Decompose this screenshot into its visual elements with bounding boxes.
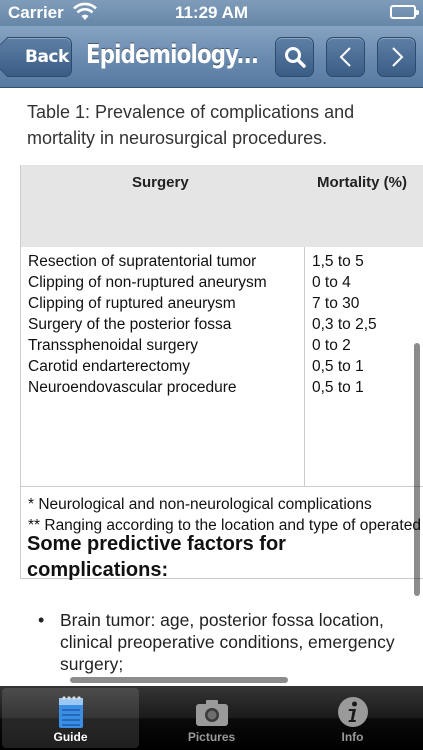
- status-time: 11:29 AM: [174, 3, 249, 22]
- page-title: Epidemiology...: [86, 40, 259, 70]
- footnote: * Neurological and non-neurological comp…: [28, 496, 372, 513]
- surgery-cell: Carotid endarterectomy: [28, 358, 190, 375]
- table-row: Surgery of the posterior fossa 0,3 to 2,…: [21, 316, 423, 337]
- back-button-label: Back: [25, 47, 69, 67]
- tab-guide[interactable]: Guide: [2, 688, 139, 748]
- complications-table: Surgery Mortality (%) Resection of supra…: [20, 165, 423, 579]
- navigation-bar: Back Epidemiology...: [0, 26, 423, 88]
- tab-pictures[interactable]: Pictures: [143, 688, 280, 748]
- tab-bar: Guide Pictures Info: [0, 686, 423, 750]
- table-header-mortality: Mortality (%): [317, 174, 407, 191]
- table-row: Neuroendovascular procedure 0,5 to 1: [21, 379, 423, 400]
- surgery-cell: Surgery of the posterior fossa: [28, 316, 232, 333]
- next-page-button[interactable]: [377, 37, 416, 77]
- table-header: Surgery Mortality (%): [21, 165, 423, 247]
- table-header-surgery: Surgery: [132, 174, 189, 191]
- tab-info[interactable]: Info: [284, 688, 421, 748]
- mortality-cell: 0,3 to 2,5: [312, 316, 377, 333]
- previous-page-button[interactable]: [326, 37, 365, 77]
- tab-pictures-label: Pictures: [187, 730, 236, 744]
- mortality-cell: 0,5 to 1: [312, 358, 364, 375]
- notepad-icon: [54, 694, 88, 733]
- surgery-cell: Neuroendovascular procedure: [28, 379, 237, 396]
- info-icon: [335, 694, 371, 733]
- status-bar: Carrier 11:29 AM: [0, 0, 423, 26]
- chevron-left-icon: [336, 45, 356, 69]
- surgery-cell: Resection of supratentorial tumor: [28, 253, 257, 270]
- surgery-cell: Clipping of non-ruptured aneurysm: [28, 274, 267, 291]
- camera-icon: [193, 694, 231, 733]
- tab-guide-label: Guide: [53, 730, 88, 744]
- search-icon: [283, 45, 307, 69]
- chevron-right-icon: [387, 45, 407, 69]
- predictive-factors-list: Brain tumor: age, posterior fossa locati…: [38, 609, 408, 675]
- table-caption: Table 1: Prevalence of complications and…: [27, 102, 355, 148]
- table-row: Clipping of non-ruptured aneurysm 0 to 4: [21, 274, 423, 295]
- table-row: Transsphenoidal surgery 0 to 2: [21, 337, 423, 358]
- mortality-cell: 0 to 2: [312, 337, 351, 354]
- table-body: Resection of supratentorial tumor 1,5 to…: [21, 247, 423, 487]
- table-row: Carotid endarterectomy 0,5 to 1: [21, 358, 423, 379]
- mortality-cell: 0,5 to 1: [312, 379, 364, 396]
- surgery-cell: Transsphenoidal surgery: [28, 337, 199, 354]
- table-row: Resection of supratentorial tumor 1,5 to…: [21, 253, 423, 274]
- list-item: Brain tumor: age, posterior fossa locati…: [38, 609, 408, 675]
- mortality-cell: 1,5 to 5: [312, 253, 364, 270]
- surgery-cell: Clipping of ruptured aneurysm: [28, 295, 236, 312]
- vertical-scrollbar[interactable]: [414, 343, 420, 596]
- battery-icon: [390, 5, 419, 19]
- table-row: Clipping of ruptured aneurysm 7 to 30: [21, 295, 423, 316]
- article-content[interactable]: Table 1: Prevalence of complications and…: [0, 89, 423, 686]
- mortality-cell: 0 to 4: [312, 274, 351, 291]
- back-arrow-shape: [0, 37, 27, 77]
- mortality-cell: 7 to 30: [312, 295, 360, 312]
- back-button[interactable]: Back: [0, 37, 72, 77]
- section-heading: Some predictive factors for complication…: [27, 533, 286, 581]
- search-button[interactable]: [275, 37, 314, 77]
- tab-info-label: Info: [341, 730, 364, 744]
- horizontal-scrollbar[interactable]: [70, 677, 288, 683]
